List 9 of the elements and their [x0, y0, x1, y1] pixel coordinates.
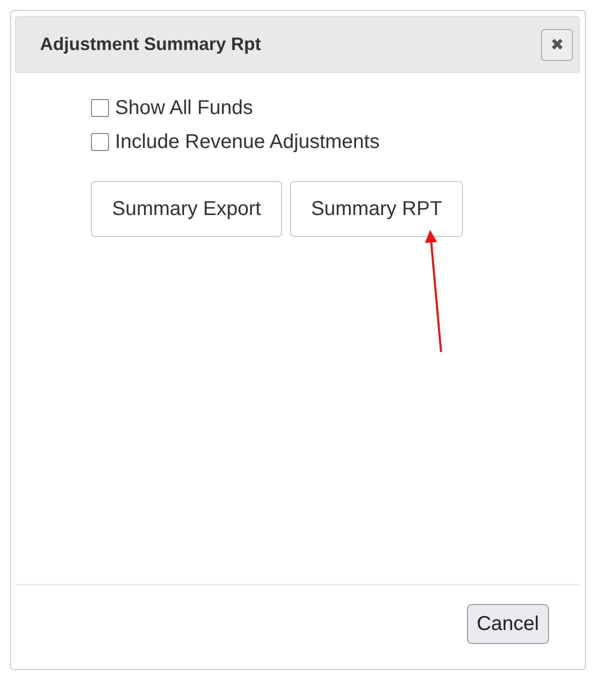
checkbox[interactable] [91, 99, 109, 117]
report-button[interactable]: Summary RPT [290, 181, 464, 237]
checkbox[interactable] [91, 133, 109, 151]
close-button[interactable]: ✖ [541, 28, 573, 60]
report-button[interactable]: Summary Export [91, 181, 282, 237]
checkbox-label: Show All Funds [115, 96, 253, 120]
checkbox-label: Include Revenue Adjustments [115, 130, 380, 154]
cancel-button[interactable]: Cancel [466, 604, 549, 644]
dialog-title: Adjustment Summary Rpt [40, 34, 262, 55]
